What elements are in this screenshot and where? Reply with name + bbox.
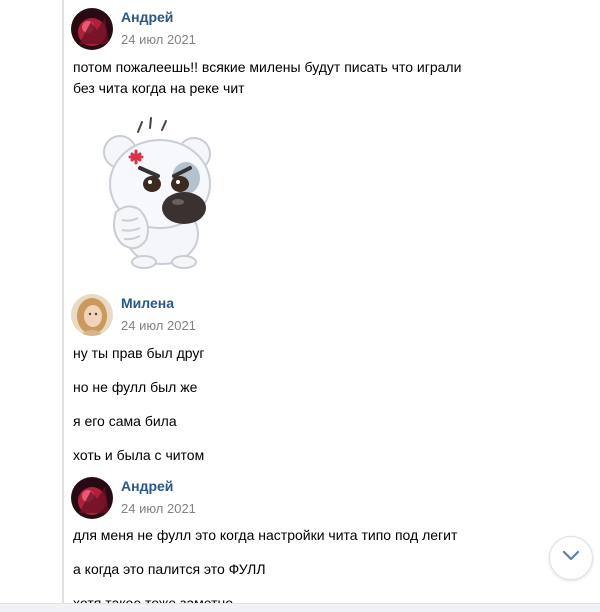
message-text: без чита когда на реке чит: [73, 80, 245, 96]
author-name[interactable]: Милена: [121, 295, 174, 311]
message-date[interactable]: 24 июл 2021: [121, 32, 196, 47]
scroll-down-button[interactable]: [549, 536, 593, 580]
message-text: для меня не фулл это когда настройки чит…: [73, 527, 458, 543]
chevron-down-icon: [562, 549, 580, 567]
message-date[interactable]: 24 июл 2021: [121, 501, 196, 516]
author-name[interactable]: Андрей: [121, 478, 173, 494]
message-text: потом пожалеешь!! всякие милены будут пи…: [73, 59, 462, 75]
avatar-andrey[interactable]: [71, 477, 113, 519]
message-text: а когда это палится это ФУЛЛ: [73, 561, 266, 577]
composer-edge: [0, 603, 600, 612]
message-text: я его сама била: [73, 413, 177, 429]
avatar-milena[interactable]: [71, 294, 113, 336]
thread-divider: [62, 0, 64, 612]
message-text: хоть и была с читом: [73, 447, 205, 463]
angry-bear-sticker[interactable]: [92, 112, 222, 272]
message-text: но не фулл был же: [73, 379, 198, 395]
message-date[interactable]: 24 июл 2021: [121, 318, 196, 333]
avatar-andrey[interactable]: [71, 8, 113, 50]
author-name[interactable]: Андрей: [121, 9, 173, 25]
chat-history: Андрей 24 июл 2021 потом пожалеешь!! вся…: [0, 0, 600, 612]
message-text: ну ты прав был друг: [73, 345, 205, 361]
